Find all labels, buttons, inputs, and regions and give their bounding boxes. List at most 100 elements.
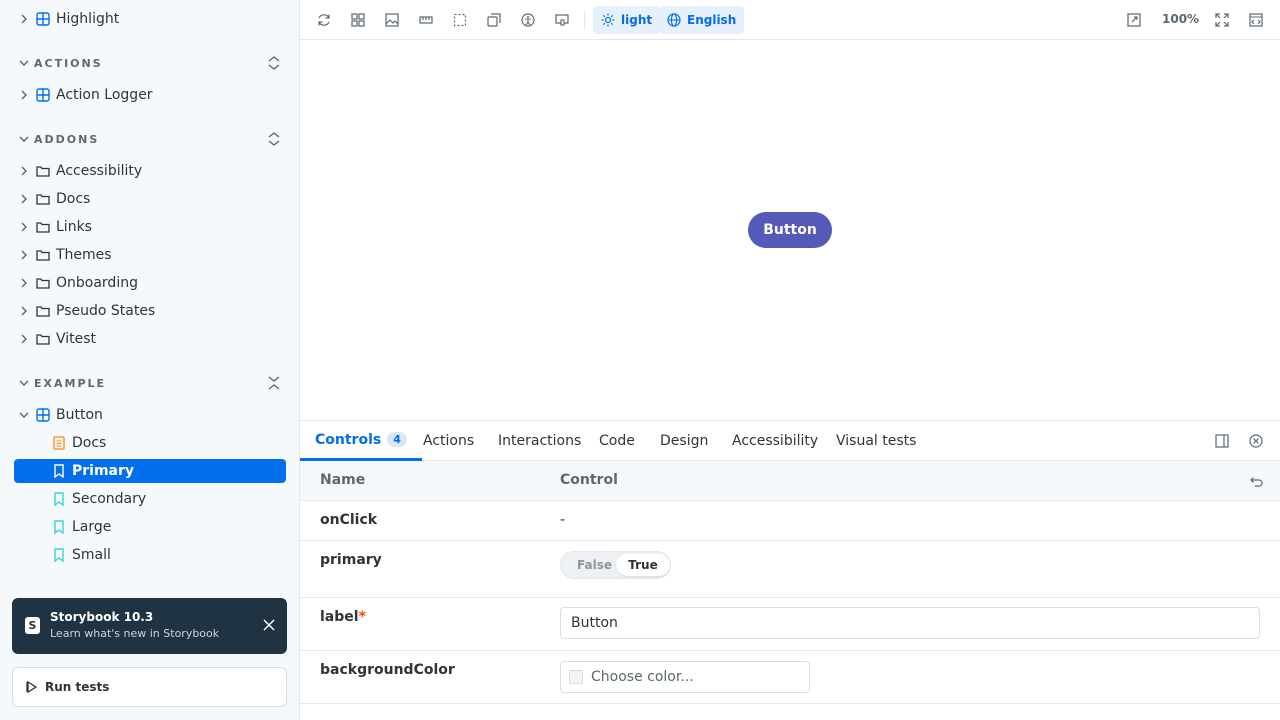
grid-icon[interactable] [348, 10, 368, 30]
whats-new-toast[interactable]: S Storybook 10.3 Learn what's new in Sto… [12, 598, 287, 654]
sidebar-story-docs[interactable]: Docs [14, 431, 286, 455]
reset-controls-icon[interactable] [1246, 471, 1266, 491]
chevron-right-icon[interactable] [14, 7, 34, 31]
chevron-down-icon [14, 371, 34, 395]
sidebar-item-label: Docs [56, 191, 91, 207]
control-value: - [560, 512, 566, 528]
sidebar-story-primary[interactable]: Primary [14, 459, 286, 483]
document-icon [50, 431, 68, 455]
open-new-tab-icon[interactable] [1246, 10, 1266, 30]
reload-icon[interactable] [314, 10, 334, 30]
globe-icon [667, 13, 681, 27]
sidebar-item-label: Secondary [72, 491, 147, 507]
control-row-onclick: onClick - [300, 501, 1280, 541]
section-addons[interactable]: ADDONS [14, 127, 286, 151]
play-icon [26, 681, 37, 693]
primary-boolean-toggle[interactable]: False True [560, 551, 671, 579]
locale-label: English [687, 13, 737, 27]
chevron-right-icon[interactable] [14, 83, 34, 107]
control-name: label* [320, 609, 366, 625]
transfer-icon[interactable] [484, 10, 504, 30]
addon-panel: Controls 4 Actions Interactions Code Des… [300, 420, 1280, 720]
chevron-right-icon[interactable] [14, 327, 34, 351]
background-image-icon[interactable] [382, 10, 402, 30]
tab-controls[interactable]: Controls 4 [300, 421, 422, 461]
component-icon [34, 83, 52, 107]
collapse-all-icon[interactable] [266, 131, 282, 150]
toast-subtitle: Learn what's new in Storybook [50, 627, 220, 640]
sidebar-item-pseudo-states[interactable]: Pseudo States [14, 299, 286, 323]
toggle-false[interactable]: False [577, 558, 612, 572]
sidebar-story-large[interactable]: Large [14, 515, 286, 539]
folder-icon [34, 243, 52, 267]
sidebar-item-highlight[interactable]: Highlight [14, 7, 286, 31]
section-actions[interactable]: ACTIONS [14, 51, 286, 75]
sidebar-story-small[interactable]: Small [14, 543, 286, 567]
sidebar-item-action-logger[interactable]: Action Logger [14, 83, 286, 107]
tab-accessibility[interactable]: Accessibility [732, 421, 818, 461]
sidebar-item-label: Vitest [56, 331, 97, 347]
toast-title: Storybook 10.3 [50, 610, 154, 624]
sidebar-item-label: Docs [72, 435, 107, 451]
control-row-label: label* [300, 598, 1280, 651]
zoom-level[interactable]: 100% [1162, 12, 1199, 26]
sidebar-item-onboarding[interactable]: Onboarding [14, 271, 286, 295]
chevron-right-icon[interactable] [14, 271, 34, 295]
collapse-all-icon[interactable] [266, 55, 282, 74]
column-control: Control [560, 472, 618, 488]
fullscreen-icon[interactable] [1212, 10, 1232, 30]
sidebar-item-accessibility[interactable]: Accessibility [14, 159, 286, 183]
toggle-true[interactable]: True [616, 554, 670, 576]
color-placeholder: Choose color... [591, 669, 694, 685]
color-swatch[interactable] [569, 670, 583, 684]
ruler-icon[interactable] [416, 10, 436, 30]
chevron-right-icon[interactable] [14, 299, 34, 323]
demo-button[interactable]: Button [748, 212, 832, 248]
sidebar-item-themes[interactable]: Themes [14, 243, 286, 267]
chevron-right-icon[interactable] [14, 187, 34, 211]
toolbar: light English 100% [300, 0, 1280, 40]
section-example[interactable]: EXAMPLE [14, 371, 286, 395]
chevron-right-icon[interactable] [14, 159, 34, 183]
bookmark-icon [50, 459, 68, 483]
sun-icon [601, 13, 615, 27]
outline-icon[interactable] [450, 10, 470, 30]
tab-label: Controls [315, 431, 382, 448]
sidebar-item-label: Small [72, 547, 111, 563]
sidebar-item-vitest[interactable]: Vitest [14, 327, 286, 351]
component-icon [34, 7, 52, 31]
tab-interactions[interactable]: Interactions [498, 421, 581, 461]
viewport-icon[interactable] [552, 10, 572, 30]
chevron-down-icon[interactable] [14, 403, 34, 427]
tab-code[interactable]: Code [599, 421, 635, 461]
sidebar-item-button[interactable]: Button [14, 403, 286, 427]
sidebar-item-label: Action Logger [56, 87, 153, 103]
label-text-input[interactable] [560, 607, 1260, 639]
accessibility-icon[interactable] [518, 10, 538, 30]
control-name: backgroundColor [320, 662, 455, 678]
chevron-down-icon [14, 51, 34, 75]
close-panel-icon[interactable] [1246, 431, 1266, 451]
storybook-logo-icon: S [25, 617, 40, 634]
control-name: primary [320, 552, 382, 568]
run-tests-button[interactable]: Run tests [12, 667, 287, 707]
zoom-icon[interactable] [1124, 10, 1144, 30]
tab-visual-tests[interactable]: Visual tests [836, 421, 916, 461]
sidebar-item-label: Large [72, 519, 112, 535]
sidebar-story-secondary[interactable]: Secondary [14, 487, 286, 511]
locale-selector[interactable]: English [659, 6, 745, 34]
chevron-right-icon[interactable] [14, 243, 34, 267]
theme-selector[interactable]: light [593, 6, 661, 34]
sidebar-item-docs[interactable]: Docs [14, 187, 286, 211]
panel-orientation-icon[interactable] [1212, 431, 1232, 451]
sidebar-item-links[interactable]: Links [14, 215, 286, 239]
tab-design[interactable]: Design [660, 421, 708, 461]
tab-actions[interactable]: Actions [423, 421, 474, 461]
sidebar-item-label: Themes [56, 247, 112, 263]
toolbar-divider [584, 10, 585, 30]
controls-table-header: Name Control [300, 461, 1280, 501]
chevron-right-icon[interactable] [14, 215, 34, 239]
expand-all-icon[interactable] [266, 375, 282, 394]
background-color-picker[interactable]: Choose color... [560, 661, 810, 693]
close-icon[interactable] [259, 615, 279, 635]
